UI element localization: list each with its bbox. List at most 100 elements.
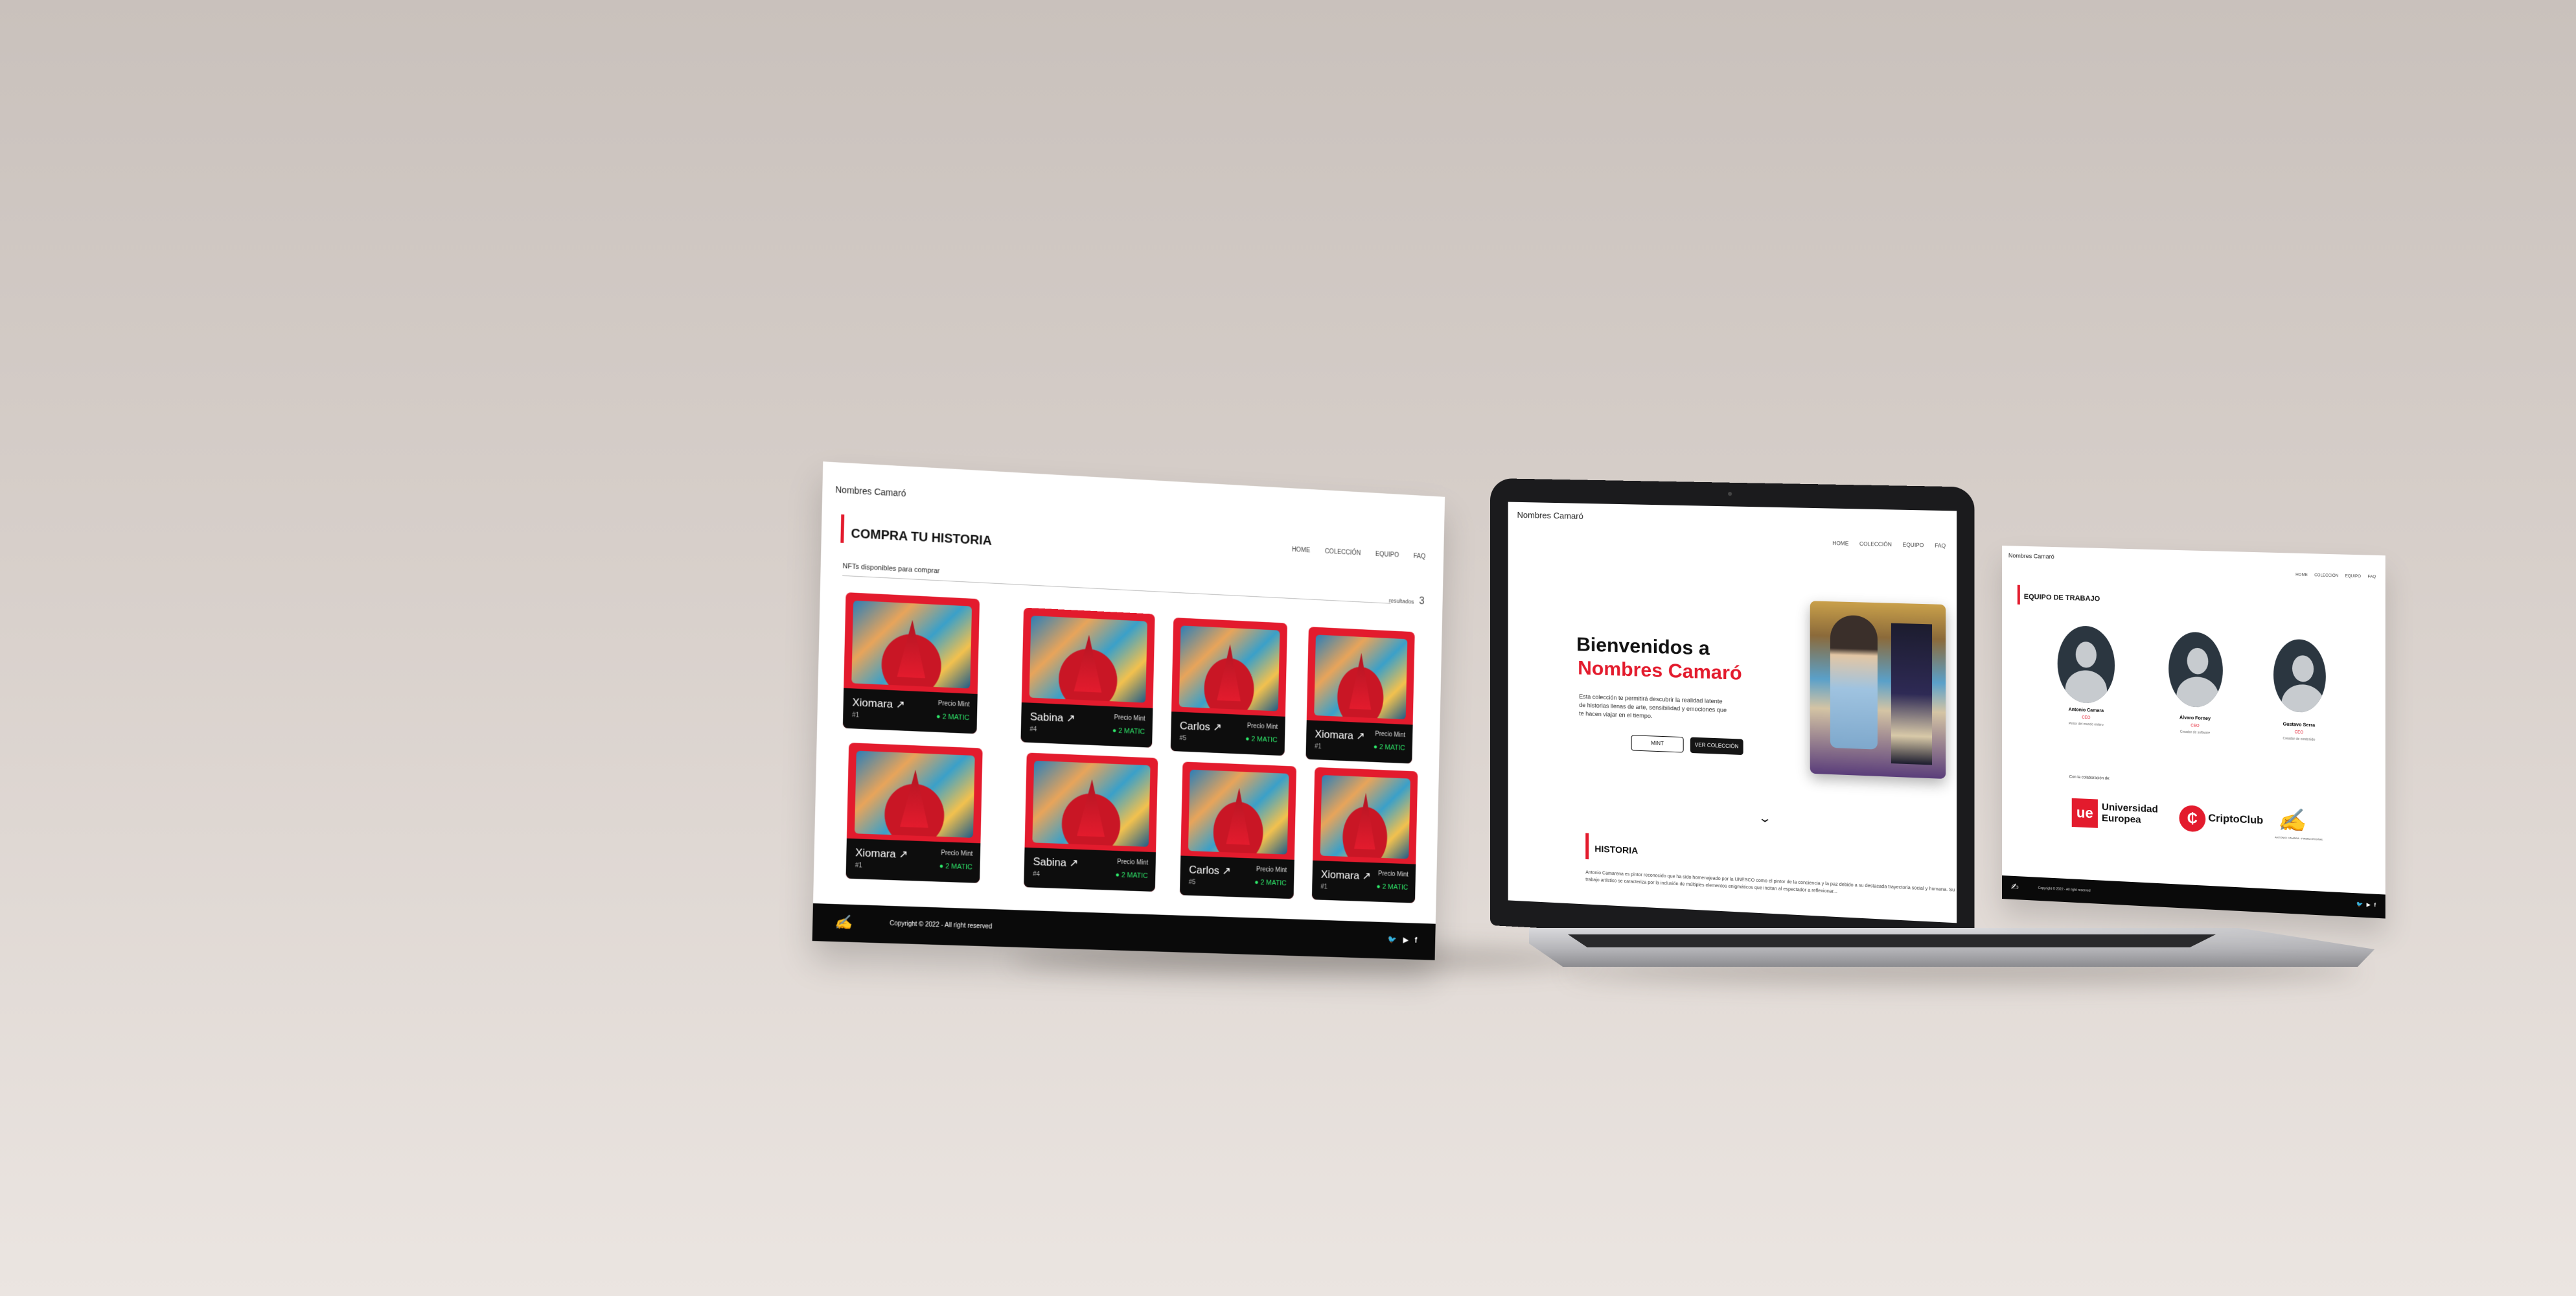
chevron-down-icon[interactable]: ⌄ (1758, 811, 1772, 826)
nft-name-text: Sabina (1030, 710, 1064, 724)
nav-faq[interactable]: FAQ (1414, 553, 1426, 561)
hero-heading-line1: Bienvenidos a (1576, 634, 1710, 660)
twitter-icon[interactable]: 🐦 (1388, 935, 1397, 944)
nft-card[interactable]: Xiomara ↗ #1 Precio Mint ● 2 MATIC (1312, 767, 1418, 903)
team-avatar (2273, 638, 2326, 713)
nft-price: ● 2 MATIC (1374, 743, 1405, 752)
nft-price: ● 2 MATIC (1112, 727, 1145, 736)
laptop-keyboard-edge (1568, 934, 2216, 947)
team-member-role: CEO (2054, 715, 2119, 721)
nft-price-text: 2 MATIC (1251, 735, 1278, 744)
top-nav: HOME COLECCIÓN EQUIPO FAQ (1292, 546, 1426, 561)
matic-icon: ● (1254, 879, 1259, 886)
nft-price-text: 2 MATIC (1118, 727, 1145, 736)
nav-home[interactable]: HOME (1292, 546, 1311, 554)
collection-page-mockup: Nombres Camaró HOME COLECCIÓN EQUIPO FAQ… (812, 461, 1445, 960)
arrow-up-right-icon[interactable]: ↗ (899, 848, 908, 861)
portrait-figure (1830, 615, 1878, 750)
arrow-up-right-icon[interactable]: ↗ (1066, 712, 1075, 724)
team-member-desc: Creador de software (2162, 730, 2228, 736)
arrow-up-right-icon[interactable]: ↗ (1222, 865, 1231, 877)
arrow-up-right-icon[interactable]: ↗ (1362, 870, 1371, 882)
hero-artwork (1810, 601, 1946, 779)
nav-home[interactable]: HOME (2295, 573, 2308, 577)
nav-faq[interactable]: FAQ (1935, 542, 1946, 549)
nft-card[interactable]: Xiomara ↗ #1 Precio Mint ● 2 MATIC (1305, 627, 1414, 763)
matic-icon: ● (1374, 743, 1377, 751)
nav-home[interactable]: HOME (1832, 540, 1848, 547)
nav-equipo[interactable]: EQUIPO (1903, 542, 1924, 548)
nft-price-text: 2 MATIC (1379, 743, 1405, 752)
nft-price: ● 2 MATIC (936, 713, 969, 722)
matic-icon: ● (1112, 727, 1117, 735)
section-title: COMPRA TU HISTORIA (851, 527, 992, 549)
nft-price-text: 2 MATIC (942, 713, 969, 722)
price-label: Precio Mint (1117, 859, 1148, 867)
home-page-mockup: Nombres Camaró HOME COLECCIÓN EQUIPO FAQ… (1508, 502, 1957, 923)
nft-card[interactable]: Carlos ↗ #5 Precio Mint ● 2 MATIC (1171, 618, 1287, 756)
nft-card-info: Sabina ↗ #4 Precio Mint ● 2 MATIC (1020, 702, 1153, 748)
nft-number: #1 (1315, 743, 1322, 750)
nft-name-text: Sabina (1033, 855, 1066, 869)
nft-price-text: 2 MATIC (945, 862, 972, 871)
team-avatar (2168, 631, 2223, 708)
arrow-up-right-icon[interactable]: ↗ (1356, 730, 1365, 742)
team-member-role: CEO (2162, 723, 2228, 729)
matic-icon: ● (939, 862, 944, 870)
ver-coleccion-button[interactable]: VER COLECCIÓN (1690, 737, 1743, 756)
price-label: Precio Mint (1375, 731, 1405, 739)
nft-card[interactable]: Sabina ↗ #4 Precio Mint ● 2 MATIC (1024, 752, 1158, 892)
nft-card[interactable]: Xiomara ↗ #1 Precio Mint ● 2 MATIC (845, 743, 982, 883)
team-member-role: CEO (2266, 730, 2333, 736)
nav-coleccion[interactable]: COLECCIÓN (2314, 573, 2338, 578)
nft-artwork (1032, 761, 1150, 847)
nft-number: #1 (1320, 883, 1328, 890)
site-brand[interactable]: Nombres Camaró (1517, 510, 1583, 521)
arrow-up-right-icon[interactable]: ↗ (1069, 857, 1078, 869)
nft-name: Sabina ↗ (1030, 710, 1075, 725)
site-brand[interactable]: Nombres Camaró (835, 484, 906, 498)
nav-coleccion[interactable]: COLECCIÓN (1325, 548, 1361, 557)
nft-number: #4 (1029, 726, 1037, 733)
twitter-icon[interactable]: 🐦 (2356, 901, 2363, 908)
section-title: EQUIPO DE TRABAJO (2024, 593, 2100, 603)
top-nav: HOME COLECCIÓN EQUIPO FAQ (2295, 573, 2376, 579)
nft-number: #1 (855, 862, 862, 869)
arrow-up-right-icon[interactable]: ↗ (896, 698, 905, 711)
matic-icon: ● (936, 713, 941, 721)
site-brand[interactable]: Nombres Camaró (2008, 552, 2054, 560)
nft-artwork (1188, 770, 1289, 855)
universidad-europea-name: Universidad Europea (2102, 802, 2174, 827)
team-member-desc: Creador de contenido (2266, 736, 2333, 743)
mint-button[interactable]: MINT (1631, 735, 1684, 752)
subtitle: NFTs disponibles para comprar (842, 562, 939, 575)
nft-card[interactable]: Carlos ↗ #5 Precio Mint ● 2 MATIC (1180, 761, 1296, 899)
section-accent-bar (1585, 833, 1589, 860)
nft-name-text: Xiomara (1315, 728, 1353, 741)
facebook-icon[interactable]: f (1414, 936, 1417, 945)
nft-name: Xiomara ↗ (1315, 728, 1365, 743)
nft-artwork (1314, 634, 1407, 719)
arrow-up-right-icon[interactable]: ↗ (1213, 721, 1222, 734)
laptop-lid: Nombres Camaró HOME COLECCIÓN EQUIPO FAQ… (1490, 478, 1975, 951)
nav-equipo[interactable]: EQUIPO (2345, 574, 2361, 579)
nft-name: Xiomara ↗ (1321, 868, 1372, 883)
youtube-icon[interactable]: ▶ (2367, 901, 2371, 908)
nav-coleccion[interactable]: COLECCIÓN (1859, 541, 1892, 548)
nav-equipo[interactable]: EQUIPO (1375, 551, 1399, 559)
team-member-desc: Pintor del mundo entero (2054, 721, 2119, 728)
matic-icon: ● (1376, 883, 1380, 890)
facebook-icon[interactable]: f (2374, 902, 2376, 908)
nft-card[interactable]: Xiomara ↗ #1 Precio Mint ● 2 MATIC (843, 592, 980, 734)
footer: ✍ Copyright © 2022 - All right reserved … (2002, 875, 2386, 919)
nft-name: Sabina ↗ (1033, 855, 1078, 870)
nft-name-text: Carlos (1180, 719, 1210, 733)
nft-name: Xiomara ↗ (855, 846, 908, 861)
nav-faq[interactable]: FAQ (2368, 575, 2376, 579)
nft-card[interactable]: Sabina ↗ #4 Precio Mint ● 2 MATIC (1020, 608, 1155, 748)
team-member-name: Antonio Camara (2054, 707, 2119, 714)
team-page-mockup: Nombres Camaró HOME COLECCIÓN EQUIPO FAQ… (2002, 546, 2386, 919)
top-nav: HOME COLECCIÓN EQUIPO FAQ (1832, 540, 1946, 549)
youtube-icon[interactable]: ▶ (1403, 935, 1409, 944)
nft-artwork (851, 601, 972, 689)
